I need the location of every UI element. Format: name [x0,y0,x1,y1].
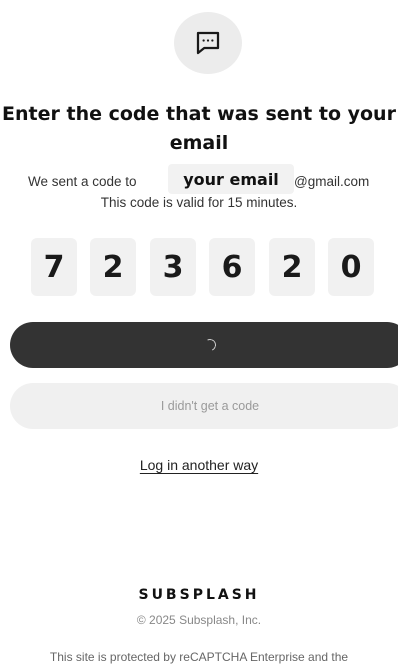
verification-code-inputs: 7 2 3 6 2 0 [31,238,376,296]
message-icon-badge [174,12,242,74]
resend-code-button[interactable]: I didn't get a code [10,383,398,429]
submit-button[interactable] [10,322,398,368]
code-digit-4[interactable]: 6 [209,238,255,296]
page-title-line-1: Enter the code that was sent to your [2,103,396,125]
chat-bubble-icon [196,31,220,55]
code-validity-text: This code is valid for 15 minutes. [100,195,298,210]
code-digit-2[interactable]: 2 [90,238,136,296]
sent-prefix-text: We sent a code to [28,174,137,189]
copyright-text: © 2025 Subsplash, Inc. [136,613,262,627]
sent-to-message: We sent a code to your email @gmail.com [0,164,398,194]
redacted-email: your email [168,164,294,194]
loading-spinner-icon [202,337,218,353]
page-title: Enter the code that was sent to your ema… [0,100,398,158]
code-digit-6[interactable]: 0 [328,238,374,296]
login-another-way-link[interactable]: Log in another way [0,457,398,473]
code-digit-5[interactable]: 2 [269,238,315,296]
recaptcha-notice: This site is protected by reCAPTCHA Ente… [49,650,349,664]
code-digit-3[interactable]: 3 [150,238,196,296]
brand-logo: SUBSPLASH [138,587,260,603]
page-title-line-2: email [169,132,229,154]
code-digit-1[interactable]: 7 [31,238,77,296]
email-domain-text: @gmail.com [294,174,370,189]
